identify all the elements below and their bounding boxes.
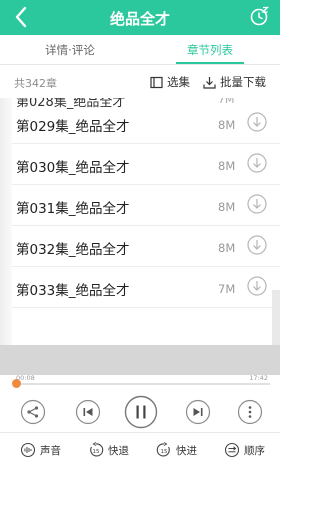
share-icon[interactable] xyxy=(20,399,46,425)
tab-chapter-list[interactable]: 章节列表 xyxy=(140,42,280,58)
chapter-name: 第030集_绝品全才 xyxy=(16,160,130,176)
list-left-shadow xyxy=(0,98,12,345)
next-icon[interactable] xyxy=(185,399,211,425)
chapter-name: 第029集_绝品全才 xyxy=(16,119,130,135)
sleep-timer-icon[interactable] xyxy=(248,5,270,27)
player-top-shade xyxy=(0,345,280,375)
download-icon[interactable] xyxy=(246,234,268,256)
voice-button[interactable]: 声音 xyxy=(20,441,61,459)
batch-download-button[interactable]: 批量下载 xyxy=(203,73,266,91)
page-title: 绝品全才 xyxy=(109,10,170,28)
download-icon xyxy=(203,76,216,89)
chapter-size: 8M xyxy=(218,200,236,214)
episodes-grid-icon xyxy=(150,76,163,88)
list-toolbar: 共342章 选集 批量下载 xyxy=(0,66,280,98)
pause-icon[interactable] xyxy=(124,395,158,429)
fast-forward-label: 快进 xyxy=(176,444,197,457)
chapter-name: 第032集_绝品全才 xyxy=(16,242,130,258)
order-label: 顺序 xyxy=(244,444,265,457)
progress-track[interactable] xyxy=(14,383,270,385)
order-icon xyxy=(224,442,240,458)
download-icon[interactable] xyxy=(246,193,268,215)
voice-label: 声音 xyxy=(40,444,61,457)
download-icon[interactable] xyxy=(246,275,268,297)
svg-text:15: 15 xyxy=(161,449,168,455)
rewind-button[interactable]: 15 快退 xyxy=(88,441,129,459)
voice-icon xyxy=(20,442,36,458)
list-item[interactable]: 第029集_绝品全才 8M xyxy=(0,103,280,144)
batch-download-label: 批量下载 xyxy=(220,75,266,89)
chapter-name: 第031集_绝品全才 xyxy=(16,201,130,217)
app-header: 绝品全才 xyxy=(0,0,280,35)
download-icon[interactable] xyxy=(246,111,268,133)
rewind-label: 快退 xyxy=(108,444,129,457)
chapter-size: 8M xyxy=(218,118,236,132)
active-tab-indicator xyxy=(176,62,244,64)
scrollbar[interactable] xyxy=(272,290,280,345)
chapter-size: 8M xyxy=(218,241,236,255)
more-icon[interactable] xyxy=(237,399,263,425)
rewind-icon: 15 xyxy=(90,442,104,457)
order-button[interactable]: 顺序 xyxy=(224,441,265,459)
fast-forward-icon: 15 xyxy=(156,442,170,457)
list-item[interactable]: 第030集_绝品全才 8M xyxy=(0,144,280,185)
select-episodes-button[interactable]: 选集 xyxy=(150,73,190,91)
list-item[interactable]: 第031集_绝品全才 8M xyxy=(0,185,280,226)
fast-forward-button[interactable]: 15 快进 xyxy=(156,441,197,459)
chapter-name: 第033集_绝品全才 xyxy=(16,283,130,299)
list-item[interactable]: 第032集_绝品全才 8M xyxy=(0,226,280,267)
chapter-count: 共342章 xyxy=(14,77,57,90)
divider xyxy=(12,307,280,308)
tab-bar: 详情·评论 章节列表 xyxy=(0,35,280,65)
list-item[interactable]: 第033集_绝品全才 7M xyxy=(0,267,280,308)
current-time: 00:08 xyxy=(16,374,35,382)
chapter-size: 7M xyxy=(218,282,236,296)
chapter-list: 第028集_绝品全才 7M 第029集_绝品全才 8M 第030集_绝品全才 8… xyxy=(0,98,280,345)
tab-details-comments[interactable]: 详情·评论 xyxy=(0,42,140,58)
chapter-size: 8M xyxy=(218,159,236,173)
select-episodes-label: 选集 xyxy=(167,75,190,89)
download-icon[interactable] xyxy=(246,152,268,174)
previous-icon[interactable] xyxy=(75,399,101,425)
total-time: 17:42 xyxy=(249,374,268,382)
svg-text:15: 15 xyxy=(93,449,100,455)
